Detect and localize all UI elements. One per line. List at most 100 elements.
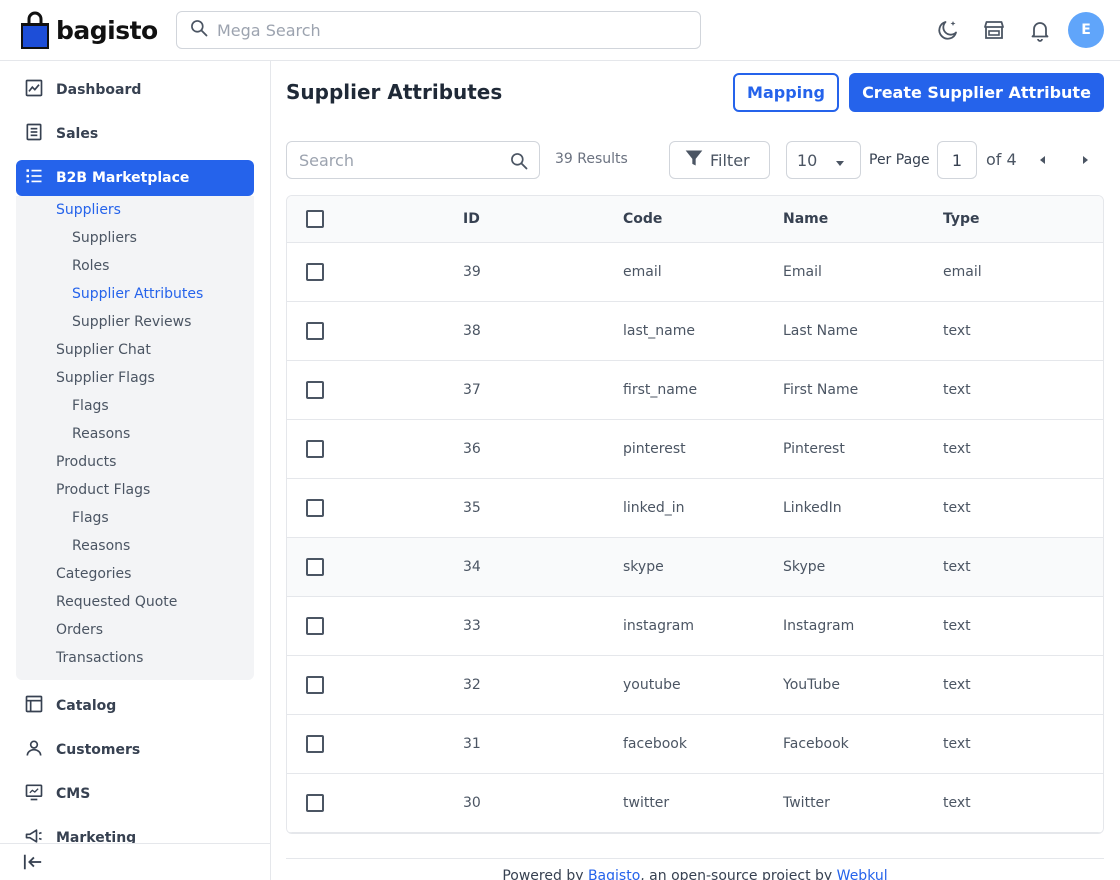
shopping-bag-icon [20, 11, 50, 49]
bagisto-link[interactable]: Bagisto [588, 868, 640, 880]
cell-type: email [943, 264, 982, 280]
sidebar-item-b2b-marketplace[interactable]: B2B Marketplace [16, 160, 254, 196]
column-header-type[interactable]: Type [943, 211, 980, 227]
bell-icon[interactable] [1027, 17, 1053, 43]
logo-text: bagisto [56, 15, 158, 45]
row-checkbox[interactable] [306, 263, 324, 281]
cell-name: Pinterest [783, 441, 845, 457]
cell-type: text [943, 323, 971, 339]
list-icon [24, 166, 44, 190]
mega-search-input[interactable] [217, 20, 677, 40]
receipt-icon [24, 122, 44, 146]
table-row[interactable]: 31 facebook Facebook text [287, 715, 1103, 774]
table-row[interactable]: 32 youtube YouTube text [287, 656, 1103, 715]
next-page-icon[interactable] [1075, 150, 1095, 170]
row-checkbox[interactable] [306, 676, 324, 694]
submenu-transactions[interactable]: Transactions [56, 650, 143, 666]
column-header-code[interactable]: Code [623, 211, 662, 227]
submenu-requested-quote[interactable]: Requested Quote [56, 594, 177, 610]
sidebar-item-label: Catalog [56, 698, 117, 714]
table-row[interactable]: 30 twitter Twitter text [287, 774, 1103, 833]
avatar[interactable]: E [1068, 12, 1104, 48]
table-row[interactable]: 34 skype Skype text [287, 538, 1103, 597]
row-checkbox[interactable] [306, 499, 324, 517]
row-checkbox[interactable] [306, 617, 324, 635]
row-checkbox[interactable] [306, 381, 324, 399]
submenu-supplier-flags[interactable]: Supplier Flags [56, 370, 155, 386]
row-checkbox[interactable] [306, 794, 324, 812]
table-row[interactable]: 39 email Email email [287, 243, 1103, 302]
submenu-supplier-chat[interactable]: Supplier Chat [56, 342, 151, 358]
cell-id: 31 [463, 736, 481, 752]
submenu-orders[interactable]: Orders [56, 622, 103, 638]
page-number-input[interactable] [937, 141, 977, 179]
monitor-icon [24, 782, 44, 806]
prev-page-icon[interactable] [1033, 150, 1053, 170]
cell-type: text [943, 795, 971, 811]
cell-name: YouTube [783, 677, 840, 693]
select-all-checkbox[interactable] [306, 210, 324, 228]
table-row[interactable]: 33 instagram Instagram text [287, 597, 1103, 656]
sidebar-item-sales[interactable]: Sales [16, 116, 254, 152]
mega-search[interactable] [176, 11, 701, 49]
row-checkbox[interactable] [306, 440, 324, 458]
submenu-supplier-attributes[interactable]: Supplier Attributes [72, 286, 203, 302]
submenu-supplier-reviews[interactable]: Supplier Reviews [72, 314, 191, 330]
footer-divider [286, 858, 1104, 859]
table-row[interactable]: 36 pinterest Pinterest text [287, 420, 1103, 479]
table-row[interactable]: 37 first_name First Name text [287, 361, 1103, 420]
caret-down-icon [834, 154, 846, 173]
user-icon [24, 738, 44, 762]
search-icon[interactable] [509, 151, 529, 175]
mapping-button[interactable]: Mapping [733, 73, 839, 112]
dark-mode-icon[interactable] [935, 17, 961, 43]
cell-type: text [943, 736, 971, 752]
collapse-sidebar-icon[interactable] [22, 852, 44, 876]
results-count: 39 Results [555, 151, 628, 167]
per-page-select[interactable]: 10 [786, 141, 861, 179]
sidebar-item-catalog[interactable]: Catalog [16, 688, 254, 724]
cell-code: facebook [623, 736, 687, 752]
submenu-product-flags-reasons[interactable]: Reasons [72, 538, 130, 554]
cell-name: Skype [783, 559, 826, 575]
cell-code: first_name [623, 382, 698, 398]
column-header-id[interactable]: ID [463, 211, 480, 227]
submenu-suppliers-list[interactable]: Suppliers [72, 230, 137, 246]
store-icon[interactable] [981, 17, 1007, 43]
sidebar-item-label: B2B Marketplace [56, 170, 190, 186]
sidebar-item-customers[interactable]: Customers [16, 732, 254, 768]
logo[interactable]: bagisto [20, 10, 158, 50]
cell-id: 32 [463, 677, 481, 693]
table-row[interactable]: 38 last_name Last Name text [287, 302, 1103, 361]
column-header-name[interactable]: Name [783, 211, 828, 227]
submenu-suppliers[interactable]: Suppliers [56, 202, 121, 218]
cell-id: 37 [463, 382, 481, 398]
row-checkbox[interactable] [306, 322, 324, 340]
datagrid-search-input[interactable] [299, 150, 499, 170]
submenu-products[interactable]: Products [56, 454, 116, 470]
filter-button[interactable]: Filter [669, 141, 770, 179]
cell-code: last_name [623, 323, 695, 339]
table-row[interactable]: 35 linked_in LinkedIn text [287, 479, 1103, 538]
sidebar-item-dashboard[interactable]: Dashboard [16, 72, 254, 108]
submenu-roles[interactable]: Roles [72, 258, 109, 274]
submenu-supplier-flags-reasons[interactable]: Reasons [72, 426, 130, 442]
cell-name: Instagram [783, 618, 855, 634]
create-supplier-attribute-button[interactable]: Create Supplier Attribute [849, 73, 1104, 112]
cell-code: linked_in [623, 500, 685, 516]
submenu-product-flags[interactable]: Product Flags [56, 482, 150, 498]
submenu-supplier-flags-flags[interactable]: Flags [72, 398, 109, 414]
submenu-product-flags-flags[interactable]: Flags [72, 510, 109, 526]
cell-code: instagram [623, 618, 694, 634]
webkul-link[interactable]: Webkul [837, 868, 888, 880]
sidebar-item-cms[interactable]: CMS [16, 776, 254, 812]
sidebar-footer [0, 843, 270, 880]
row-checkbox[interactable] [306, 558, 324, 576]
cell-type: text [943, 441, 971, 457]
cell-code: pinterest [623, 441, 686, 457]
datagrid-search[interactable] [286, 141, 540, 179]
row-checkbox[interactable] [306, 735, 324, 753]
cell-id: 36 [463, 441, 481, 457]
submenu-categories[interactable]: Categories [56, 566, 131, 582]
cell-id: 39 [463, 264, 481, 280]
